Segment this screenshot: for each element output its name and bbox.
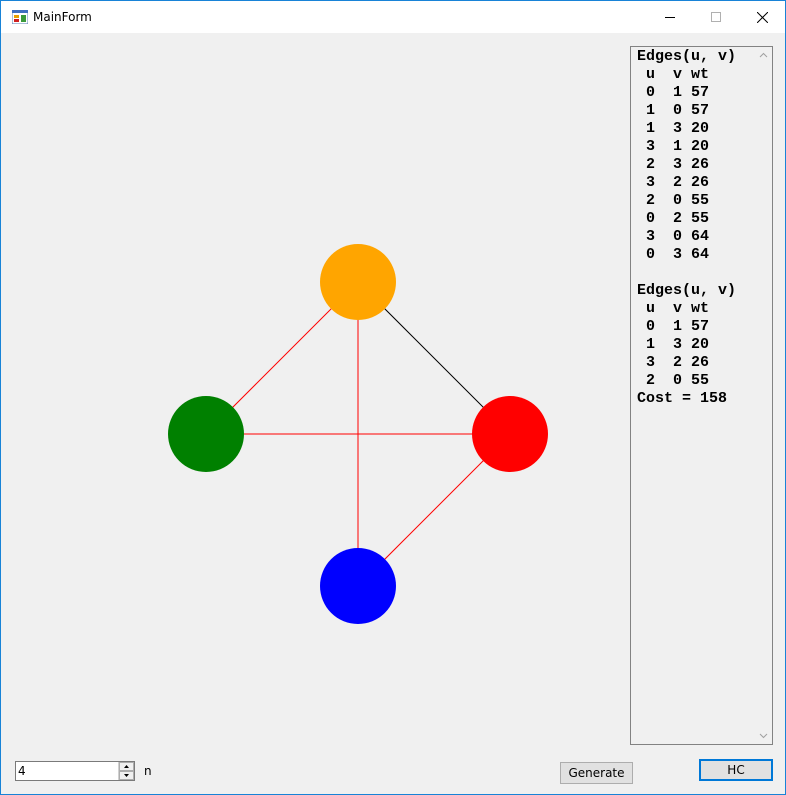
spin-up-button[interactable] xyxy=(119,762,134,771)
app-icon xyxy=(12,10,28,24)
output-textbox[interactable]: Edges(u, v) u v wt 0 1 57 1 0 57 1 3 20 … xyxy=(630,46,773,745)
graph-node-3 xyxy=(320,548,396,624)
close-button[interactable] xyxy=(739,1,785,33)
n-value[interactable]: 4 xyxy=(18,764,26,778)
spin-up-icon xyxy=(124,765,129,768)
spin-down-icon xyxy=(124,774,129,777)
title-bar[interactable]: MainForm xyxy=(1,1,785,33)
minimize-icon xyxy=(665,17,675,18)
scroll-up-icon[interactable] xyxy=(759,51,768,60)
spin-down-button[interactable] xyxy=(119,771,134,780)
output-text: Edges(u, v) u v wt 0 1 57 1 0 57 1 3 20 … xyxy=(637,48,737,407)
n-numeric-updown[interactable]: 4 xyxy=(15,761,135,781)
hc-button[interactable]: HC xyxy=(699,759,773,781)
graph-node-1 xyxy=(168,396,244,472)
spin-buttons[interactable] xyxy=(118,762,134,780)
window-title: MainForm xyxy=(33,10,92,24)
vertical-scrollbar[interactable] xyxy=(755,47,772,744)
generate-button[interactable]: Generate xyxy=(560,762,633,784)
main-window: MainForm Edges(u, v) u v wt 0 1 57 1 0 5… xyxy=(0,0,786,795)
maximize-button[interactable] xyxy=(693,1,739,33)
scroll-down-icon[interactable] xyxy=(759,731,768,740)
edges-layer xyxy=(205,281,511,587)
minimize-button[interactable] xyxy=(647,1,693,33)
close-icon xyxy=(756,11,768,23)
n-label: n xyxy=(144,764,152,778)
graph-canvas xyxy=(168,244,548,624)
graph-node-2 xyxy=(472,396,548,472)
maximize-icon xyxy=(711,12,721,22)
graph-node-0 xyxy=(320,244,396,320)
